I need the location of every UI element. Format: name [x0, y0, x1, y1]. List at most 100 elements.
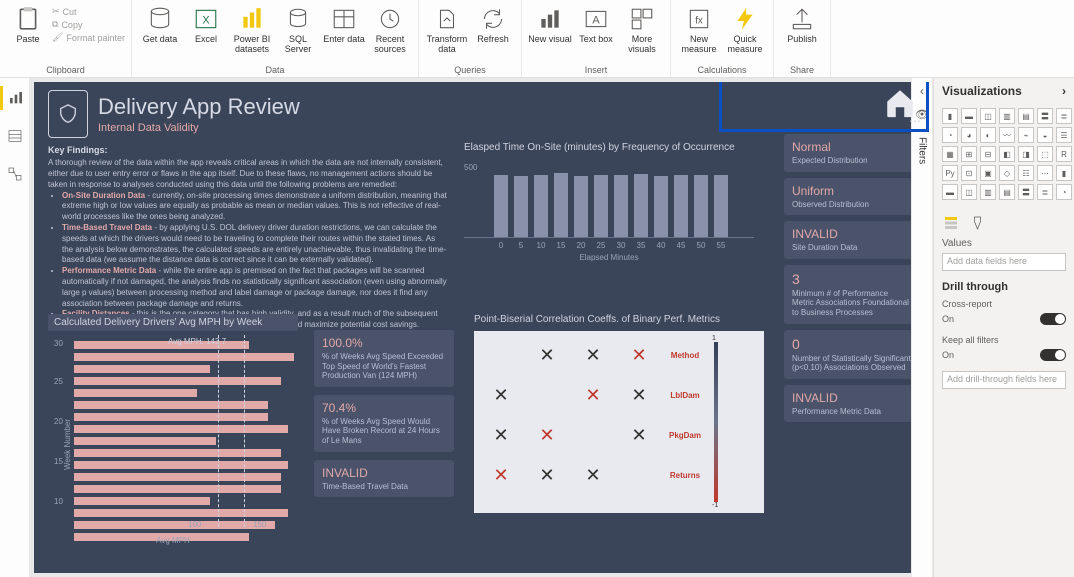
paste-button[interactable]: Paste: [6, 4, 50, 63]
visual-type-icon[interactable]: ◔: [942, 127, 958, 143]
visual-type-icon[interactable]: ▥: [999, 108, 1015, 124]
bar[interactable]: [74, 377, 281, 385]
fields-tab-icon[interactable]: [942, 214, 960, 232]
visual-type-icon[interactable]: ⌁: [1018, 127, 1034, 143]
visual-type-icon[interactable]: ▬: [961, 108, 977, 124]
excel-button[interactable]: XExcel: [184, 4, 228, 63]
visual-type-icon[interactable]: ☰: [1056, 127, 1072, 143]
enter-data-button[interactable]: Enter data: [322, 4, 366, 63]
bar[interactable]: [714, 175, 728, 238]
bar[interactable]: [74, 353, 294, 361]
visual-type-icon[interactable]: ⊡: [961, 165, 977, 181]
kpi-card[interactable]: INVALIDTime-Based Travel Data: [314, 460, 454, 498]
bar[interactable]: [494, 175, 508, 238]
visual-type-icon[interactable]: ≣: [1056, 108, 1072, 124]
visual-type-icon[interactable]: ▮: [942, 108, 958, 124]
bar[interactable]: [514, 176, 528, 237]
kpi-card[interactable]: 3Minimum # of Performance Metric Associa…: [784, 265, 919, 324]
visual-type-icon[interactable]: 〰: [999, 127, 1015, 143]
bar[interactable]: [534, 175, 548, 238]
visual-type-icon[interactable]: ◫: [980, 108, 996, 124]
visual-type-icon[interactable]: R: [1056, 146, 1072, 162]
kpi-card[interactable]: 0Number of Statistically Significant (p<…: [784, 330, 919, 379]
bar[interactable]: [74, 449, 281, 457]
visual-type-icon[interactable]: ⊟: [980, 146, 996, 162]
visual-type-icon[interactable]: ◫: [961, 184, 977, 200]
cut-button[interactable]: ✂Cut: [52, 6, 125, 17]
bar[interactable]: [74, 485, 281, 493]
cross-report-toggle[interactable]: [1040, 313, 1066, 325]
visual-type-icon[interactable]: ◇: [999, 165, 1015, 181]
kpi-card[interactable]: NormalExpected Distribution: [784, 134, 919, 172]
data-view-icon[interactable]: [0, 124, 30, 148]
bar[interactable]: [594, 175, 608, 238]
keep-filters-toggle[interactable]: [1040, 349, 1066, 361]
new-measure-button[interactable]: fxNew measure: [677, 4, 721, 63]
bar[interactable]: [74, 425, 288, 433]
correlation-matrix[interactable]: Point-Biserial Correlation Coeffs. of Bi…: [474, 314, 764, 513]
visual-type-icon[interactable]: ⬚: [1037, 146, 1053, 162]
visual-type-icon[interactable]: ▮: [1056, 165, 1072, 181]
copy-button[interactable]: ⧉Copy: [52, 19, 125, 30]
visual-type-icon[interactable]: ▤: [999, 184, 1015, 200]
kpi-card[interactable]: INVALIDPerformance Metric Data: [784, 385, 919, 423]
visual-type-icon[interactable]: ◨: [1018, 146, 1034, 162]
bar[interactable]: [634, 174, 648, 237]
visual-type-icon[interactable]: ▣: [980, 165, 996, 181]
format-painter-button[interactable]: 🖌Format painter: [52, 32, 125, 43]
visual-type-icon[interactable]: ☷: [1018, 165, 1034, 181]
bar[interactable]: [694, 175, 708, 237]
report-view-icon[interactable]: [0, 86, 30, 110]
kpi-card[interactable]: UniformObserved Distribution: [784, 178, 919, 216]
more-visuals-button[interactable]: More visuals: [620, 4, 664, 63]
visual-type-icon[interactable]: ▦: [942, 146, 958, 162]
visual-type-icon[interactable]: ◕: [961, 127, 977, 143]
drillthrough-field-well[interactable]: Add drill-through fields here: [942, 371, 1066, 389]
pbi-datasets-button[interactable]: Power BI datasets: [230, 4, 274, 63]
bar[interactable]: [74, 497, 210, 505]
visual-type-icon[interactable]: ▤: [1018, 108, 1034, 124]
visual-type-icon[interactable]: ⊞: [961, 146, 977, 162]
visual-type-icon[interactable]: ◐: [980, 127, 996, 143]
values-field-well[interactable]: Add data fields here: [942, 253, 1066, 271]
visual-type-icon[interactable]: ◔: [1056, 184, 1072, 200]
visual-options-icon[interactable]: ⋯: [909, 114, 921, 128]
bar[interactable]: [554, 173, 568, 237]
bar[interactable]: [674, 175, 688, 238]
quick-measure-button[interactable]: Quick measure: [723, 4, 767, 63]
bar[interactable]: [574, 176, 588, 237]
visual-type-icon[interactable]: 〓: [1037, 108, 1053, 124]
recent-sources-button[interactable]: Recent sources: [368, 4, 412, 63]
visual-type-icon[interactable]: 〓: [1018, 184, 1034, 200]
kpi-card[interactable]: 70.4%% of Weeks Avg Speed Would Have Bro…: [314, 395, 454, 452]
visual-type-icon[interactable]: ▬: [942, 184, 958, 200]
filters-pane-collapsed[interactable]: ‹ 👁 Filters: [911, 78, 933, 577]
model-view-icon[interactable]: [0, 162, 30, 186]
bar[interactable]: [74, 473, 281, 481]
get-data-button[interactable]: Get data: [138, 4, 182, 63]
transform-data-button[interactable]: Transform data: [425, 4, 469, 63]
bar[interactable]: [74, 461, 288, 469]
publish-button[interactable]: Publish: [780, 4, 824, 63]
bar[interactable]: [654, 176, 668, 237]
new-visual-button[interactable]: New visual: [528, 4, 572, 63]
bar[interactable]: [74, 437, 216, 445]
kpi-card[interactable]: INVALIDSite Duration Data: [784, 221, 919, 259]
chevron-right-icon[interactable]: ›: [1062, 84, 1066, 98]
bar[interactable]: [614, 175, 628, 237]
sql-server-button[interactable]: SQL Server: [276, 4, 320, 63]
bar[interactable]: [74, 389, 197, 397]
visual-type-icon[interactable]: Py: [942, 165, 958, 181]
visual-type-icon[interactable]: ▥: [980, 184, 996, 200]
text-box-button[interactable]: AText box: [574, 4, 618, 63]
visual-type-icon[interactable]: ⋯: [1037, 165, 1053, 181]
mph-chart[interactable]: Calculated Delivery Drivers' Avg MPH by …: [48, 314, 298, 545]
bar[interactable]: [74, 509, 288, 517]
format-tab-icon[interactable]: [970, 214, 988, 232]
report-page[interactable]: Return to home screen. ⋯ Delivery App Re…: [34, 82, 929, 573]
kpi-card[interactable]: 100.0%% of Weeks Avg Speed Exceeded Top …: [314, 330, 454, 387]
visual-type-icon[interactable]: ◒: [1037, 127, 1053, 143]
bar[interactable]: [74, 401, 268, 409]
refresh-button[interactable]: Refresh: [471, 4, 515, 63]
bar[interactable]: [74, 365, 210, 373]
